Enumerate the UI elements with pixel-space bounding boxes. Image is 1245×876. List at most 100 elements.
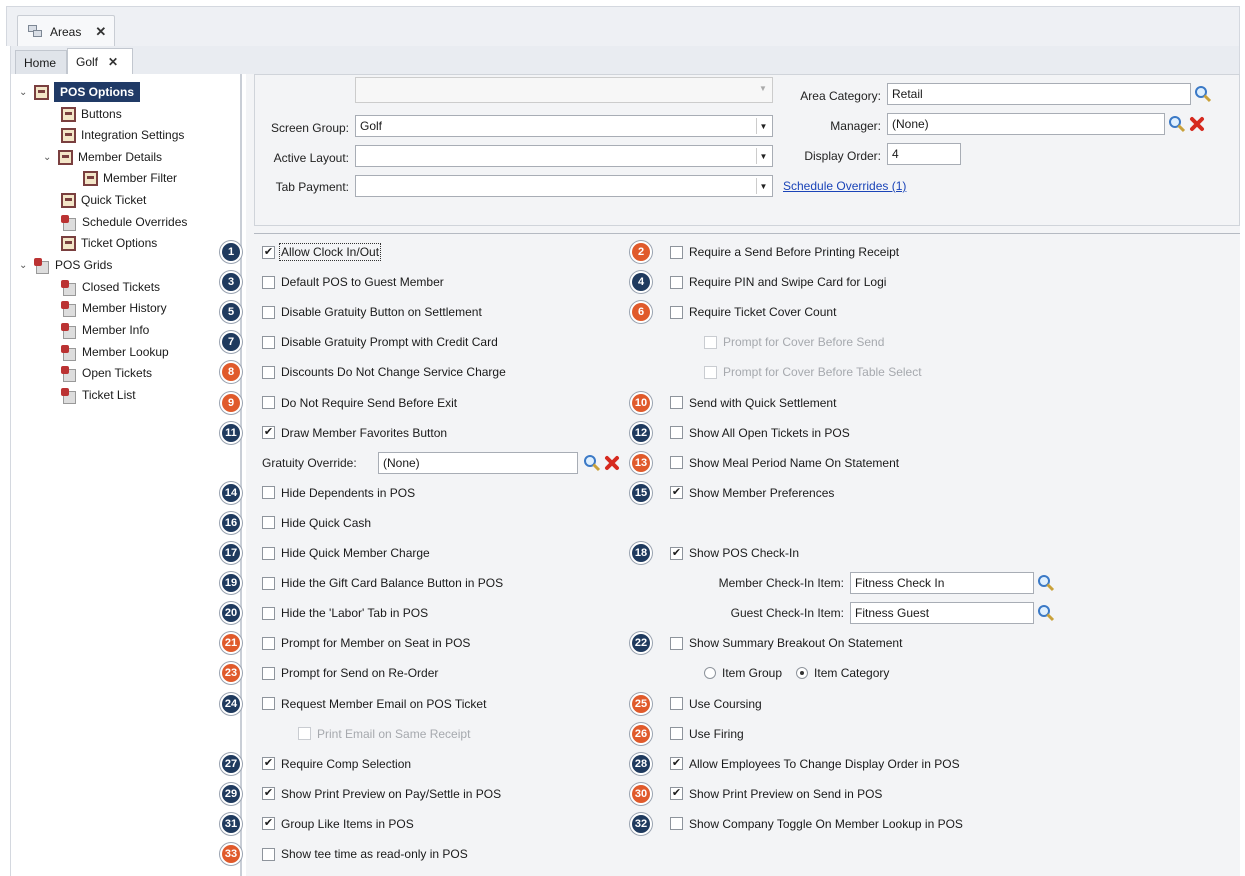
checkbox[interactable] [262, 546, 275, 560]
option-checkbox[interactable]: Prompt for Member on Seat in POS [262, 633, 470, 653]
checkbox[interactable] [262, 486, 275, 500]
panel-splitter[interactable] [254, 226, 1240, 234]
checkbox[interactable] [670, 456, 683, 470]
checkbox[interactable]: ✔ [262, 817, 275, 831]
tree-item-closed-tickets[interactable]: Closed Tickets [61, 277, 160, 297]
checkbox[interactable] [670, 426, 683, 440]
tree-item-ticket-list[interactable]: Ticket List [61, 385, 136, 405]
collapse-icon[interactable]: ⌄ [43, 152, 53, 163]
checkbox[interactable] [262, 666, 275, 680]
option-checkbox[interactable]: Hide Quick Member Charge [262, 543, 430, 563]
collapse-icon[interactable]: ⌄ [19, 87, 29, 98]
option-checkbox[interactable]: Hide Dependents in POS [262, 483, 415, 503]
option-checkbox[interactable]: Require Ticket Cover Count [670, 302, 836, 322]
tree-item-schedule-overrides[interactable]: Schedule Overrides [61, 212, 187, 232]
radio-button[interactable] [796, 667, 809, 680]
checkbox[interactable]: ✔ [262, 426, 275, 440]
active-layout-select[interactable]: ▼ [355, 145, 773, 167]
chevron-down-icon[interactable]: ▼ [756, 80, 770, 96]
checkbox[interactable]: ✔ [670, 787, 683, 801]
tree-item-member-lookup[interactable]: Member Lookup [61, 342, 169, 362]
search-icon[interactable] [1036, 573, 1056, 593]
option-checkbox[interactable]: Hide the Gift Card Balance Button in POS [262, 573, 503, 593]
option-checkbox[interactable]: Disable Gratuity Button on Settlement [262, 302, 482, 322]
checkbox[interactable] [262, 606, 275, 620]
checkbox[interactable]: ✔ [670, 546, 683, 560]
tree-item-member-details[interactable]: ⌄ Member Details [43, 147, 162, 167]
schedule-overrides-link[interactable]: Schedule Overrides (1) [783, 179, 906, 193]
screen-group-select[interactable]: Golf ▼ [355, 115, 773, 137]
checkbox[interactable] [262, 335, 275, 349]
option-checkbox[interactable]: ✔ Show Print Preview on Send in POS [670, 784, 882, 804]
tree-item-member-filter[interactable]: Member Filter [83, 168, 177, 188]
option-checkbox[interactable]: Discounts Do Not Change Service Charge [262, 362, 506, 382]
option-checkbox[interactable]: Require PIN and Swipe Card for Logi [670, 272, 886, 292]
option-checkbox[interactable]: ✔ Show Print Preview on Pay/Settle in POS [262, 784, 501, 804]
tree-item-pos-options[interactable]: ⌄ POS Options [19, 82, 141, 102]
tree-item-buttons[interactable]: Buttons [61, 104, 122, 124]
radio-button[interactable] [704, 667, 716, 680]
display-order-field[interactable]: 4 [887, 143, 961, 165]
search-icon[interactable] [1036, 603, 1056, 623]
checkbox[interactable] [262, 365, 275, 379]
checkbox[interactable] [262, 516, 275, 530]
option-checkbox[interactable]: Do Not Require Send Before Exit [262, 393, 457, 413]
option-checkbox[interactable]: Show Meal Period Name On Statement [670, 453, 899, 473]
option-checkbox[interactable]: Use Firing [670, 724, 744, 744]
search-icon[interactable] [1193, 84, 1213, 104]
checkbox[interactable]: ✔ [670, 757, 683, 771]
option-checkbox[interactable]: Require a Send Before Printing Receipt [670, 242, 899, 262]
tab-payment-select[interactable]: ▼ [355, 175, 773, 197]
manager-field[interactable]: (None) [887, 113, 1165, 135]
checkbox[interactable] [262, 697, 275, 710]
search-icon[interactable] [1167, 114, 1187, 134]
close-icon[interactable]: ✕ [108, 55, 118, 69]
option-checkbox[interactable]: ✔ Require Comp Selection [262, 754, 411, 774]
option-checkbox[interactable]: ✔ Show POS Check-In [670, 543, 799, 563]
checkbox[interactable]: ✔ [262, 787, 275, 801]
checkbox[interactable]: ✔ [262, 757, 275, 771]
area-name-combo[interactable]: ▼ [355, 77, 773, 103]
option-checkbox[interactable]: Disable Gratuity Prompt with Credit Card [262, 332, 498, 352]
option-checkbox[interactable]: Hide Quick Cash [262, 513, 371, 533]
checkbox[interactable]: ✔ [262, 245, 275, 259]
checkbox[interactable] [262, 305, 275, 319]
option-checkbox[interactable]: Send with Quick Settlement [670, 393, 836, 413]
option-checkbox[interactable]: Show Company Toggle On Member Lookup in … [670, 814, 963, 834]
checkbox[interactable] [262, 396, 275, 409]
checkbox[interactable] [670, 396, 683, 409]
checkbox[interactable] [670, 697, 683, 710]
member-checkin-field[interactable]: Fitness Check In [850, 572, 1034, 595]
option-checkbox[interactable]: Use Coursing [670, 694, 762, 714]
checkbox[interactable] [670, 636, 683, 650]
collapse-icon[interactable]: ⌄ [19, 260, 29, 271]
option-checkbox[interactable]: Show All Open Tickets in POS [670, 423, 850, 443]
option-checkbox[interactable]: ✔ Allow Clock In/Out [262, 242, 382, 262]
option-checkbox[interactable]: Show Summary Breakout On Statement [670, 633, 902, 653]
checkbox[interactable] [670, 817, 683, 831]
tree-item-integration-settings[interactable]: Integration Settings [61, 125, 184, 145]
option-checkbox[interactable]: Default POS to Guest Member [262, 272, 444, 292]
gratuity-override-field[interactable]: (None) [378, 451, 578, 474]
option-checkbox[interactable]: ✔ Allow Employees To Change Display Order… [670, 754, 960, 774]
tree-item-open-tickets[interactable]: Open Tickets [61, 363, 152, 383]
tree-item-ticket-options[interactable]: Ticket Options [61, 233, 157, 253]
checkbox[interactable] [670, 727, 683, 741]
tree-item-quick-ticket[interactable]: Quick Ticket [61, 190, 146, 210]
area-category-field[interactable]: Retail [887, 83, 1191, 105]
option-checkbox[interactable]: ✔ Group Like Items in POS [262, 814, 414, 834]
chevron-down-icon[interactable]: ▼ [756, 178, 770, 194]
tree-item-pos-grids[interactable]: ⌄ POS Grids [19, 255, 112, 275]
chevron-down-icon[interactable]: ▼ [756, 148, 770, 164]
option-checkbox[interactable]: Show tee time as read-only in POS [262, 844, 468, 864]
option-checkbox[interactable]: ✔ Draw Member Favorites Button [262, 423, 447, 443]
tree-item-member-history[interactable]: Member History [61, 298, 167, 318]
checkbox[interactable] [670, 305, 683, 319]
tab-golf[interactable]: Golf ✕ [67, 48, 133, 74]
tab-home[interactable]: Home [15, 50, 67, 74]
checkbox[interactable] [262, 636, 275, 650]
close-icon[interactable]: ✕ [95, 24, 106, 40]
clear-icon[interactable] [1189, 115, 1205, 133]
option-checkbox[interactable]: Request Member Email on POS Ticket [262, 694, 486, 714]
chevron-down-icon[interactable]: ▼ [756, 118, 770, 134]
